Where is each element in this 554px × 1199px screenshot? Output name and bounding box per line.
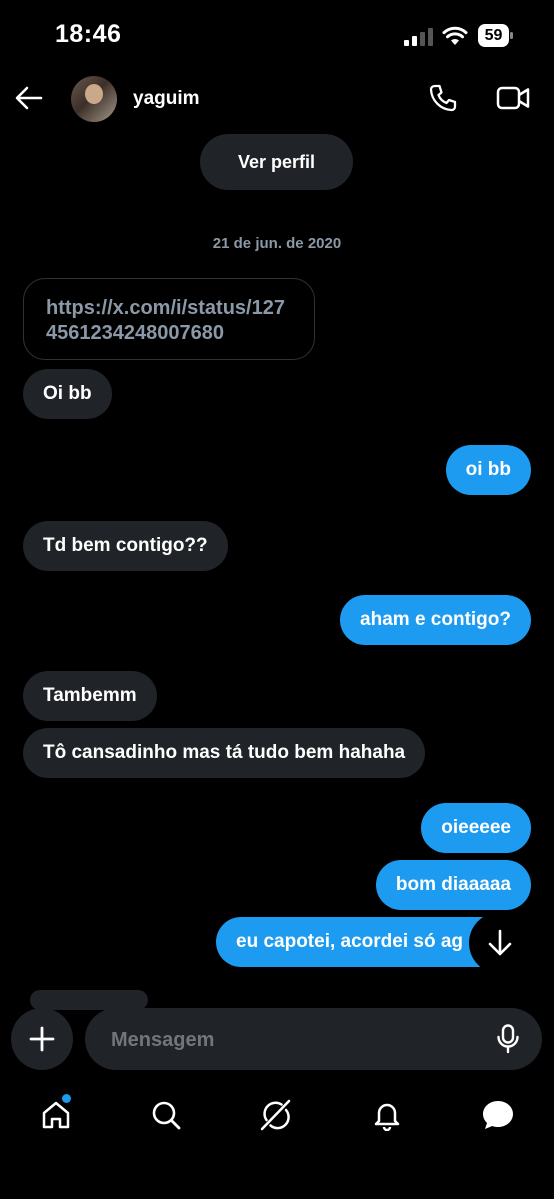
wifi-icon [442, 26, 468, 45]
view-profile-button[interactable]: Ver perfil [200, 134, 353, 190]
messages-icon [483, 1101, 513, 1129]
sent-message[interactable]: bom diaaaaa [375, 860, 531, 910]
conversation-date: 21 de jun. de 2020 [212, 235, 342, 252]
received-message[interactable]: Tambemm [23, 671, 157, 721]
nav-notifications[interactable] [370, 1098, 404, 1132]
microphone-icon[interactable] [496, 1024, 520, 1054]
nav-home[interactable] [39, 1098, 73, 1132]
arrow-down-icon [488, 929, 512, 956]
grok-icon [260, 1099, 291, 1131]
sent-message[interactable]: aham e contigo? [340, 595, 531, 645]
phone-call-icon[interactable] [428, 83, 458, 113]
nav-messages[interactable] [481, 1098, 515, 1132]
message-composer[interactable] [85, 1008, 542, 1072]
partial-message [30, 990, 148, 1010]
status-time: 18:46 [55, 20, 122, 48]
battery-level: 59 [484, 27, 503, 44]
back-arrow-icon[interactable] [14, 84, 44, 112]
battery-icon: 59 [478, 24, 514, 47]
received-message[interactable]: Tô cansadinho mas tá tudo bem hahaha [23, 728, 426, 778]
notification-dot [62, 1094, 71, 1103]
received-message[interactable]: Oi bb [23, 369, 112, 419]
contact-name[interactable]: yaguim [133, 88, 200, 110]
notifications-icon [374, 1103, 400, 1131]
contact-avatar[interactable] [71, 76, 117, 122]
link-message[interactable]: https://x.com/i/status/12745612342480076… [23, 278, 315, 360]
home-icon [42, 1101, 70, 1129]
video-call-icon[interactable] [496, 85, 530, 111]
add-attachment-button[interactable] [11, 1008, 73, 1070]
scroll-to-bottom-button[interactable] [469, 912, 531, 974]
cell-signal-icon [404, 28, 433, 46]
nav-search[interactable] [149, 1098, 183, 1132]
message-input[interactable] [109, 1008, 483, 1072]
plus-icon [29, 1026, 55, 1052]
sent-message[interactable]: oieeeee [421, 803, 531, 853]
sent-message[interactable]: oi bb [445, 445, 531, 495]
search-icon [152, 1101, 181, 1130]
received-message[interactable]: Td bem contigo?? [23, 521, 228, 571]
nav-grok[interactable] [259, 1098, 293, 1132]
